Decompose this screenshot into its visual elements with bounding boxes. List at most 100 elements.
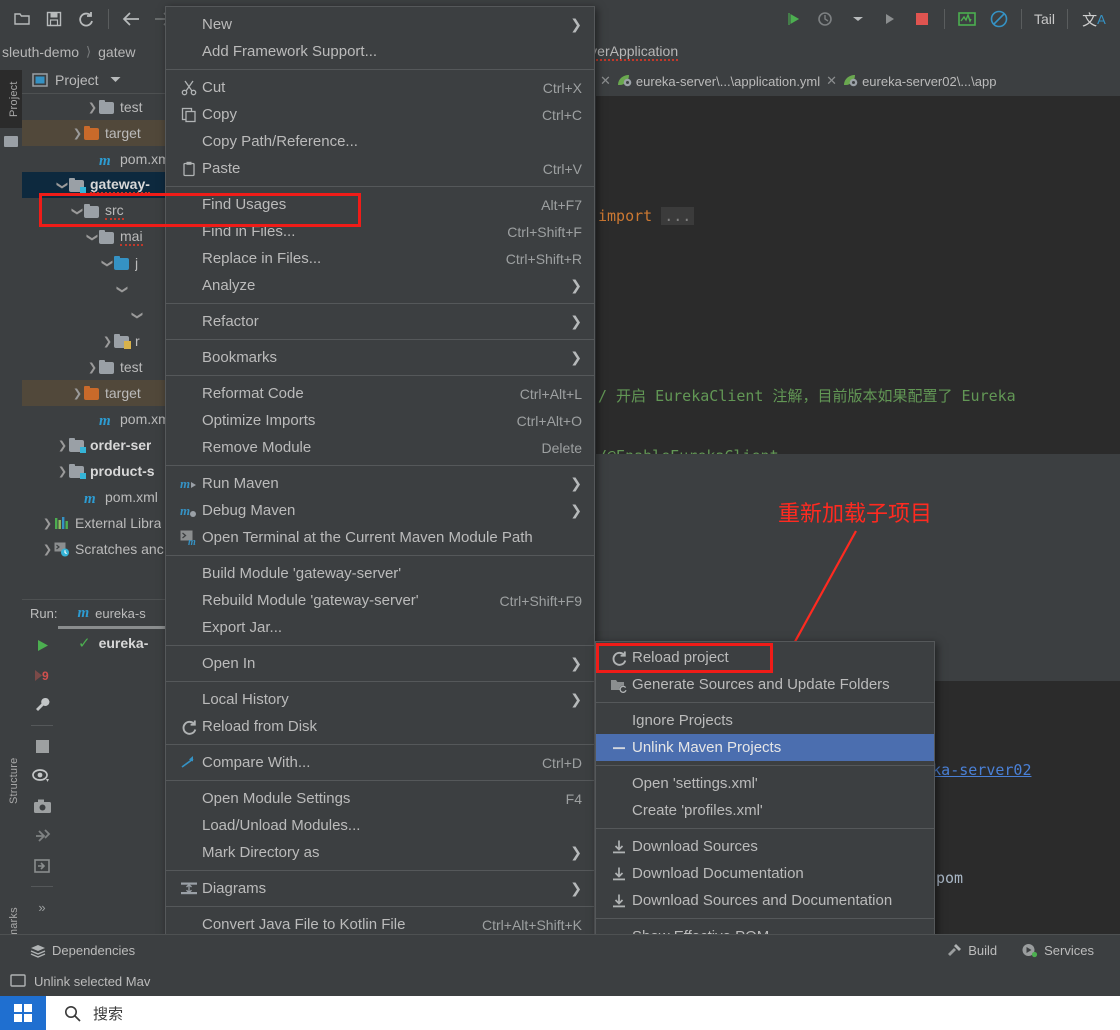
chevron-right-icon: ❯ [570, 502, 582, 518]
sub-menu-item-download-sources-and-documentation[interactable]: Download Sources and Documentation [596, 887, 934, 914]
stop-icon[interactable] [909, 6, 935, 32]
chevron-down-icon[interactable]: ❯ [101, 257, 114, 270]
dropdown-icon[interactable] [845, 6, 871, 32]
chevron-down-icon[interactable]: ❯ [116, 283, 129, 296]
sync-icon[interactable] [73, 6, 99, 32]
sub-menu-item-ignore-projects[interactable]: Ignore Projects [596, 707, 934, 734]
chevron-right-icon[interactable]: ❯ [56, 439, 69, 452]
ctx-menu-item-replace-in-files[interactable]: Replace in Files... Ctrl+Shift+R [166, 245, 594, 272]
profiler-icon[interactable] [954, 6, 980, 32]
ctx-menu-item-compare-with[interactable]: Compare With... Ctrl+D [166, 749, 594, 776]
breadcrumb-item-module[interactable]: gatew [98, 44, 135, 60]
ctx-menu-item-run-maven[interactable]: m Run Maven ❯ [166, 470, 594, 497]
chevron-down-icon[interactable] [110, 76, 121, 83]
ctx-menu-item-copy-path-reference[interactable]: Copy Path/Reference... [166, 128, 594, 155]
project-strip-icon[interactable] [4, 136, 18, 147]
chevron-down-icon[interactable]: ❯ [71, 205, 84, 218]
ctx-menu-item-build-module-gateway-server[interactable]: Build Module 'gateway-server' [166, 560, 594, 587]
rerun-failed-icon[interactable]: 9 [30, 663, 54, 687]
chevron-right-icon[interactable]: ❯ [56, 465, 69, 478]
copy-icon [176, 107, 202, 123]
chevron-right-icon[interactable]: ❯ [86, 361, 99, 374]
editor-tab-application-yml[interactable]: eureka-server\...\application.yml [611, 66, 826, 96]
ctx-menu-item-label: Mark Directory as [202, 844, 320, 861]
sub-menu-item-reload-project[interactable]: Reload project [596, 644, 934, 671]
tail-button[interactable]: Tail [1028, 11, 1061, 27]
bottom-item-build[interactable]: Build [934, 943, 1009, 959]
chevron-right-icon[interactable]: ❯ [41, 517, 54, 530]
ctx-menu-item-cut[interactable]: Cut Ctrl+X [166, 74, 594, 101]
eye-filter-icon[interactable] [30, 764, 54, 788]
chevron-down-icon[interactable]: ❯ [56, 179, 69, 192]
settings-wrench-icon[interactable] [30, 693, 54, 717]
sub-menu-item-generate-sources-and-update-folders[interactable]: Generate Sources and Update Folders [596, 671, 934, 698]
close-icon-2[interactable]: ✕ [826, 73, 837, 89]
chevron-right-icon[interactable]: ❯ [41, 543, 54, 556]
chevron-right-icon: ❯ [570, 277, 582, 293]
chevron-right-icon[interactable]: ❯ [101, 335, 114, 348]
thread-dump-icon[interactable] [30, 824, 54, 848]
ctx-menu-item-optimize-imports[interactable]: Optimize Imports Ctrl+Alt+O [166, 407, 594, 434]
ctx-menu-item-rebuild-module-gateway-server[interactable]: Rebuild Module 'gateway-server' Ctrl+Shif… [166, 587, 594, 614]
ctx-menu-item-reload-from-disk[interactable]: Reload from Disk [166, 713, 594, 740]
more-icon[interactable]: » [30, 895, 54, 919]
ctx-menu-item-refactor[interactable]: Refactor ❯ [166, 308, 594, 335]
sub-menu-item-open-settings-xml[interactable]: Open 'settings.xml' [596, 770, 934, 797]
sub-menu-item-download-sources[interactable]: Download Sources [596, 833, 934, 860]
bottom-item-services[interactable]: Services [1009, 943, 1106, 958]
ctx-menu-item-debug-maven[interactable]: m Debug Maven ❯ [166, 497, 594, 524]
editor-tab-application-yml-2[interactable]: eureka-server02\...\app [837, 66, 1002, 96]
translate-icon[interactable]: 文A [1077, 6, 1111, 32]
ctx-menu-item-export-jar[interactable]: Export Jar... [166, 614, 594, 641]
ctx-menu-item-bookmarks[interactable]: Bookmarks ❯ [166, 344, 594, 371]
sub-menu-item-create-profiles-xml[interactable]: Create 'profiles.xml' [596, 797, 934, 824]
ctx-menu-item-paste[interactable]: Paste Ctrl+V [166, 155, 594, 182]
code-editor[interactable]: import ... / 开启 EurekaClient 注解，目前版本如果配置… [596, 96, 1120, 454]
run-icon[interactable] [781, 6, 807, 32]
context-menu[interactable]: New ❯ Add Framework Support... Cut Ctrl+X Cop… [165, 6, 595, 1024]
debug-icon[interactable] [813, 6, 839, 32]
ctx-menu-item-local-history[interactable]: Local History ❯ [166, 686, 594, 713]
chevron-down-icon[interactable]: ❯ [131, 309, 144, 322]
export-icon[interactable] [30, 854, 54, 878]
sub-menu-item-download-documentation[interactable]: Download Documentation [596, 860, 934, 887]
chevron-right-icon[interactable]: ❯ [86, 101, 99, 114]
open-folder-icon[interactable] [9, 6, 35, 32]
ctx-menu-item-label: Copy [202, 106, 238, 123]
run-config-name[interactable]: eureka-s [95, 606, 146, 621]
taskbar-search[interactable]: 搜索 [46, 1003, 123, 1024]
sub-menu-item-unlink-maven-projects[interactable]: Unlink Maven Projects [596, 734, 934, 761]
windows-start-button[interactable] [0, 996, 46, 1030]
chevron-right-icon[interactable]: ❯ [71, 127, 84, 140]
left-tool-strip: Project Structure Bookmarks [0, 66, 44, 981]
ctx-menu-item-mark-directory-as[interactable]: Mark Directory as ❯ [166, 839, 594, 866]
breadcrumb-item-project[interactable]: sleuth-demo [2, 44, 79, 60]
back-arrow-icon[interactable] [118, 6, 144, 32]
module-icon [69, 464, 86, 479]
ctx-menu-item-copy[interactable]: Copy Ctrl+C [166, 101, 594, 128]
camera-icon[interactable] [30, 794, 54, 818]
save-icon[interactable] [41, 6, 67, 32]
ctx-menu-item-diagrams[interactable]: Diagrams ❯ [166, 875, 594, 902]
bottom-item-dependencies[interactable]: Dependencies [18, 943, 147, 958]
ctx-menu-item-new[interactable]: New ❯ [166, 11, 594, 38]
ctx-menu-item-analyze[interactable]: Analyze ❯ [166, 272, 594, 299]
chevron-down-icon[interactable]: ❯ [86, 231, 99, 244]
ctx-menu-item-find-usages[interactable]: Find Usages Alt+F7 [166, 191, 594, 218]
windows-logo-icon [14, 1004, 32, 1022]
run-tab-name[interactable]: eureka- [99, 635, 149, 651]
ctx-menu-item-open-in[interactable]: Open In ❯ [166, 650, 594, 677]
stop-icon[interactable] [30, 734, 54, 758]
ctx-menu-item-load-unload-modules[interactable]: Load/Unload Modules... [166, 812, 594, 839]
rerun-icon[interactable] [30, 633, 54, 657]
play-icon[interactable] [877, 6, 903, 32]
close-icon[interactable]: ✕ [596, 73, 611, 89]
ctx-menu-item-remove-module[interactable]: Remove Module Delete [166, 434, 594, 461]
ctx-menu-item-find-in-files[interactable]: Find in Files... Ctrl+Shift+F [166, 218, 594, 245]
ctx-menu-item-open-terminal-at-the-current-maven-module-path[interactable]: m Open Terminal at the Current Maven Modu… [166, 524, 594, 551]
chevron-right-icon[interactable]: ❯ [71, 387, 84, 400]
ctx-menu-item-open-module-settings[interactable]: Open Module Settings F4 [166, 785, 594, 812]
ctx-menu-item-reformat-code[interactable]: Reformat Code Ctrl+Alt+L [166, 380, 594, 407]
ctx-menu-item-add-framework-support[interactable]: Add Framework Support... [166, 38, 594, 65]
mute-breakpoints-icon[interactable] [986, 6, 1012, 32]
